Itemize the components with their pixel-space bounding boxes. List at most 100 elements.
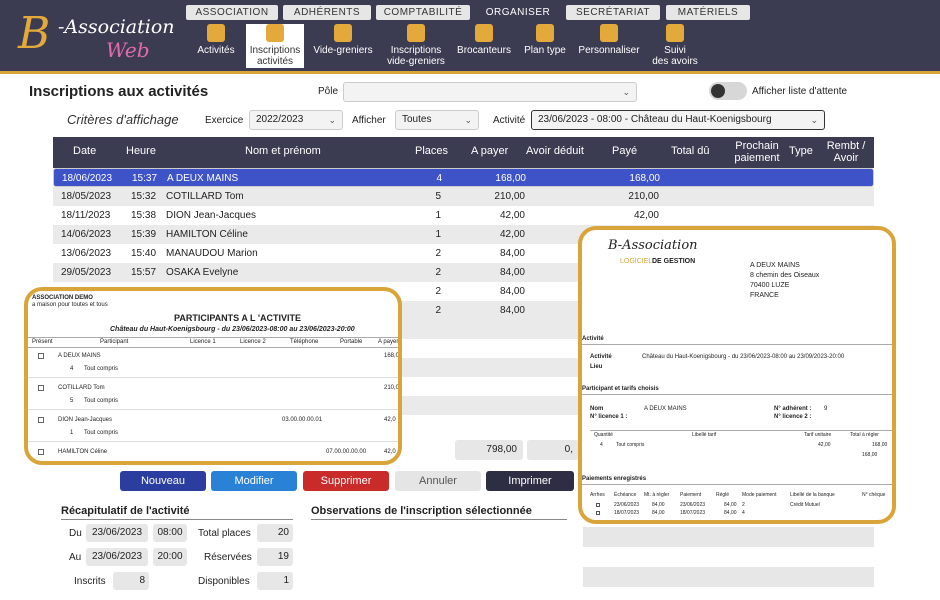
waitlist-label: Afficher liste d'attente xyxy=(752,86,848,97)
report-cell: COTILLARD Tom xyxy=(58,385,105,391)
cell-apayer: 84,00 xyxy=(499,248,525,259)
cell-nom: COTILLARD Tom xyxy=(166,191,244,202)
col-nom[interactable]: Nom et prénom xyxy=(245,145,321,157)
app-logo[interactable]: B -Association Web xyxy=(18,8,178,64)
du-label: Du xyxy=(69,528,82,539)
tool-vide-greniers[interactable]: Vide-greniers xyxy=(308,24,378,68)
col-totaldu[interactable]: Total dû xyxy=(671,145,710,157)
table-row[interactable]: 18/06/2023 15:37 A DEUX MAINS 4 168,00 168,00 xyxy=(53,168,874,187)
tool-label: Personnaliser xyxy=(578,45,640,56)
tool-label: des avoirs xyxy=(652,56,698,67)
afficher-select[interactable]: Toutes ⌄ xyxy=(395,110,479,130)
divider xyxy=(61,519,293,520)
table-row[interactable]: 18/11/2023 15:38 DION Jean-Jacques 1 42,00 42… xyxy=(53,206,874,225)
receipt-label: N° adhérent : xyxy=(774,406,812,412)
tool-plan-type[interactable]: Plan type xyxy=(520,24,570,68)
cell-heure: 15:37 xyxy=(132,173,158,184)
present-checkbox[interactable] xyxy=(38,353,44,359)
modifier-button[interactable]: Modifier xyxy=(211,471,297,491)
pole-select[interactable]: ⌄ xyxy=(343,82,637,102)
annuler-button[interactable]: Annuler xyxy=(395,471,481,491)
receipt-label: Nom xyxy=(590,406,604,412)
tab-organiser[interactable]: ORGANISER xyxy=(476,5,560,20)
arrhes-checkbox[interactable] xyxy=(596,503,600,507)
present-checkbox[interactable] xyxy=(38,417,44,423)
cell-places: 2 xyxy=(435,248,441,259)
receipt-addr: A DEUX MAINS xyxy=(750,262,800,269)
report-title: PARTICIPANTS A L 'ACTIVITE xyxy=(174,313,301,323)
receipt-addr: 8 chemin des Oiseaux xyxy=(750,272,820,279)
disponibles-label: Disponibles xyxy=(198,576,250,587)
arrhes-checkbox[interactable] xyxy=(596,511,600,515)
cell-date: 13/06/2023 xyxy=(61,248,112,259)
report-cell: Tout compris xyxy=(84,462,119,465)
tab-adherents[interactable]: ADHÉRENTS xyxy=(283,5,371,20)
col-paye[interactable]: Payé xyxy=(612,145,637,157)
supprimer-button[interactable]: Supprimer xyxy=(303,471,389,491)
imprimer-button[interactable]: Imprimer xyxy=(486,471,574,491)
page-title: Inscriptions aux activités xyxy=(29,83,209,100)
du-time: 08:00 xyxy=(153,524,187,542)
tab-comptabilite[interactable]: COMPTABILITÉ xyxy=(376,5,470,20)
tool-personnaliser[interactable]: Personnaliser xyxy=(574,24,644,68)
cell-places: 2 xyxy=(435,286,441,297)
tab-secretariat[interactable]: SECRÉTARIAT xyxy=(566,5,660,20)
report-cell: 4 xyxy=(70,366,74,372)
receipt-col: Arrhes xyxy=(590,492,605,498)
col-places[interactable]: Places xyxy=(415,145,448,157)
tool-label: Vide-greniers xyxy=(313,45,373,56)
cell-nom: A DEUX MAINS xyxy=(167,173,239,184)
col-heure[interactable]: Heure xyxy=(126,145,156,157)
col-prochain[interactable]: Prochain paiement xyxy=(731,140,783,164)
inscription-receipt-preview: B-Association LOGICIEL DE GESTION A DEUX… xyxy=(578,226,896,524)
table-row[interactable]: 18/05/2023 15:32 COTILLARD Tom 5 210,00 210,0… xyxy=(53,187,874,206)
tab-materiels[interactable]: MATÉRIELS xyxy=(666,5,750,20)
receipt-col: Mt. à régler xyxy=(644,492,670,498)
observations-field[interactable] xyxy=(583,527,874,547)
reservees-label: Réservées xyxy=(204,552,252,563)
tool-inscriptions-vide-greniers[interactable]: Inscriptions vide-greniers xyxy=(382,24,450,68)
col-avoir[interactable]: Avoir déduit xyxy=(526,145,584,157)
receipt-cell: 84,00 xyxy=(724,502,737,508)
inscrits-value: 8 xyxy=(113,572,149,590)
divider xyxy=(582,394,892,395)
tool-inscriptions-activites[interactable]: Inscriptions activités xyxy=(246,24,304,68)
tool-suivi-avoirs[interactable]: Suivi des avoirs xyxy=(648,24,702,68)
report-cell: 1 xyxy=(70,430,74,436)
report-cell: 42,0 xyxy=(384,417,396,423)
tab-association[interactable]: ASSOCIATION xyxy=(186,5,278,20)
nouveau-button[interactable]: Nouveau xyxy=(120,471,206,491)
receipt-cell: 18/07/2023 xyxy=(614,510,640,516)
disponibles-value: 1 xyxy=(257,572,293,590)
col-date[interactable]: Date xyxy=(73,145,96,157)
tool-brocanteurs[interactable]: Brocanteurs xyxy=(452,24,516,68)
receipt-section: Activité xyxy=(582,336,604,342)
present-checkbox[interactable] xyxy=(38,449,44,455)
col-type[interactable]: Type xyxy=(789,145,813,157)
cell-heure: 15:40 xyxy=(131,248,157,259)
receipt-cell: 23/06/2023 xyxy=(680,502,706,508)
au-time: 20:00 xyxy=(153,548,187,566)
tool-label: Activités xyxy=(197,45,235,56)
observations-field[interactable] xyxy=(583,567,874,587)
tool-activites[interactable]: Activités xyxy=(190,24,242,68)
receipt-col: N° chèque xyxy=(862,492,886,498)
exercice-select[interactable]: 2022/2023 ⌄ xyxy=(249,110,343,130)
map-plan-icon xyxy=(536,24,554,42)
report-col: Téléphone xyxy=(290,339,319,345)
activite-select[interactable]: 23/06/2023 - 08:00 - Château du Haut-Koe… xyxy=(531,110,825,130)
col-rembt[interactable]: Rembt / Avoir xyxy=(821,140,871,164)
waitlist-toggle[interactable] xyxy=(709,82,747,100)
receipt-label: Lieu xyxy=(590,364,603,370)
au-date: 23/06/2023 xyxy=(86,548,148,566)
afficher-value: Toutes xyxy=(402,114,432,125)
cell-paye: 42,00 xyxy=(633,210,659,221)
receipt-cell: 84,00 xyxy=(652,502,665,508)
present-checkbox[interactable] xyxy=(38,385,44,391)
col-apayer[interactable]: A payer xyxy=(471,145,508,157)
receipt-addr: 70400 LUZE xyxy=(750,282,790,289)
logo-b: B xyxy=(18,8,51,59)
person-card-icon xyxy=(407,24,425,42)
receipt-cell: 18/07/2023 xyxy=(680,510,706,516)
receipt-total: 168,00 xyxy=(862,452,878,458)
